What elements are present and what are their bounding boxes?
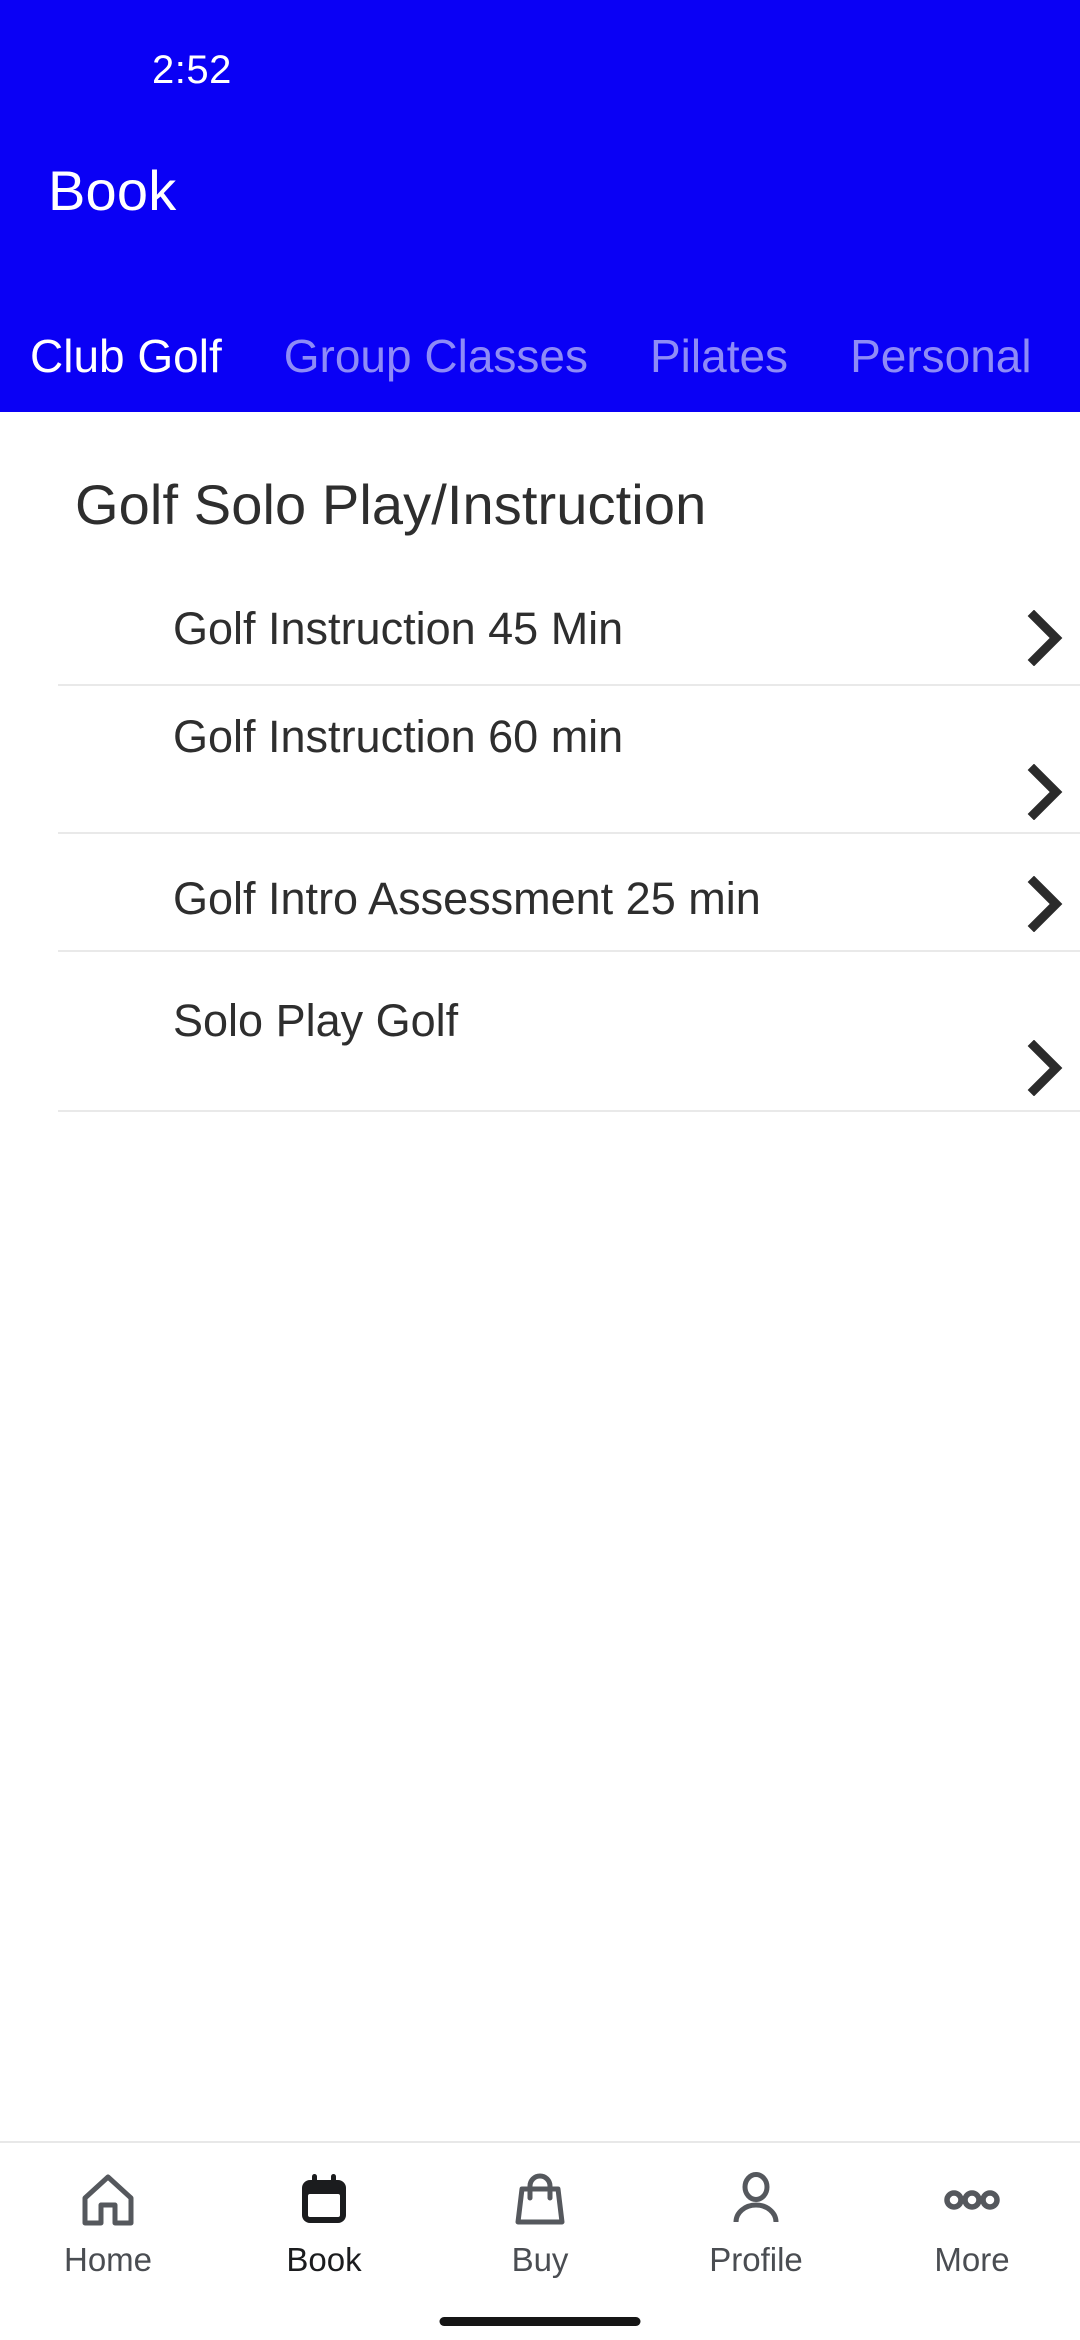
nav-item-label: More <box>934 2241 1010 2278</box>
nav-item-book[interactable]: Book <box>216 2143 432 2279</box>
nav-item-home[interactable]: Home <box>0 2143 216 2279</box>
service-list: Golf Instruction 45 Min Golf Instruction… <box>0 584 1080 1112</box>
tab-group-classes[interactable]: Group Classes <box>284 330 588 382</box>
content-area: Golf Solo Play/Instruction Golf Instruct… <box>0 412 1080 2141</box>
tab-club-golf[interactable]: Club Golf <box>30 330 222 382</box>
home-icon <box>77 2165 139 2235</box>
app-screen: 2:52 Book Club Golf Group Classes Pilate… <box>0 0 1080 2340</box>
bottom-navigation-bar: Home Book Buy Profile More <box>0 2141 1080 2340</box>
ellipsis-icon <box>941 2165 1003 2235</box>
list-item[interactable]: Golf Instruction 45 Min <box>58 584 1080 686</box>
nav-item-label: Buy <box>511 2241 569 2278</box>
home-indicator <box>439 2317 641 2326</box>
list-item-label: Golf Intro Assessment 25 min <box>173 873 761 924</box>
calendar-icon <box>293 2165 355 2235</box>
nav-item-buy[interactable]: Buy <box>432 2143 648 2279</box>
chevron-right-icon <box>1010 764 1080 820</box>
chevron-right-icon <box>1010 610 1080 666</box>
chevron-right-icon <box>1010 1040 1080 1096</box>
nav-item-more[interactable]: More <box>864 2143 1080 2279</box>
list-item-label: Golf Instruction 45 Min <box>173 603 624 654</box>
list-item[interactable]: Golf Intro Assessment 25 min <box>58 834 1080 952</box>
status-bar-clock: 2:52 <box>152 48 232 92</box>
shopping-bag-icon <box>509 2165 571 2235</box>
tab-pilates[interactable]: Pilates <box>650 330 788 382</box>
nav-item-label: Profile <box>709 2241 803 2278</box>
list-item[interactable]: Golf Instruction 60 min <box>58 686 1080 834</box>
nav-item-label: Home <box>63 2241 153 2278</box>
status-bar: 2:52 <box>0 0 1080 130</box>
list-item-label: Solo Play Golf <box>173 995 459 1046</box>
page-title: Book <box>48 159 177 222</box>
chevron-right-icon <box>1010 876 1080 932</box>
nav-item-profile[interactable]: Profile <box>648 2143 864 2279</box>
list-item-label: Golf Instruction 60 min <box>173 711 624 762</box>
category-tab-bar[interactable]: Club Golf Group Classes Pilates Personal <box>0 300 1080 412</box>
person-icon <box>725 2165 787 2235</box>
app-header: 2:52 Book Club Golf Group Classes Pilate… <box>0 0 1080 412</box>
nav-item-label: Book <box>286 2241 362 2278</box>
tab-personal[interactable]: Personal <box>850 330 1032 382</box>
section-heading: Golf Solo Play/Instruction <box>75 473 707 536</box>
list-item[interactable]: Solo Play Golf <box>58 952 1080 1112</box>
